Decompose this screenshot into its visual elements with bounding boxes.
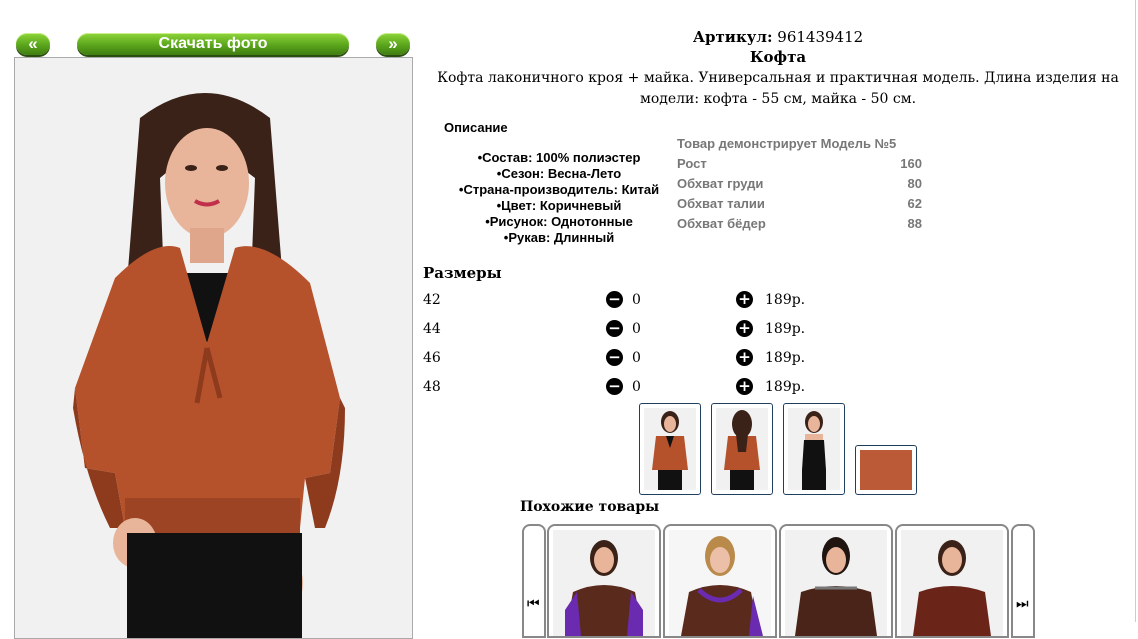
minus-icon[interactable]: − xyxy=(606,378,623,395)
main-product-photo xyxy=(14,57,413,639)
model-row-value: 80 xyxy=(907,176,922,191)
minus-icon[interactable]: − xyxy=(606,320,623,337)
similar-products-title: Похожие товары xyxy=(520,499,660,515)
similar-next-button[interactable]: ⏭ xyxy=(1011,524,1035,638)
similar-product-image xyxy=(901,530,1003,636)
next-label: » xyxy=(388,34,398,53)
similar-prev-button[interactable]: ⏮ xyxy=(522,524,546,638)
model-row-label: Рост xyxy=(677,156,707,171)
quantity-value: 0 xyxy=(632,321,641,337)
model-row-label: Обхват груди xyxy=(677,176,764,191)
thumbnail-fabric[interactable] xyxy=(855,445,917,495)
description-item: Цвет: Коричневый xyxy=(440,198,678,214)
minus-icon[interactable]: − xyxy=(606,291,623,308)
price-value: 189р. xyxy=(765,350,806,366)
quantity-value: 0 xyxy=(632,292,641,308)
description-item: Рукав: Длинный xyxy=(440,230,678,246)
product-title: Кофта xyxy=(749,48,807,66)
description-list: Состав: 100% полиэстер Сезон: Весна-Лето… xyxy=(440,150,678,246)
model-row-label: Обхват бёдер xyxy=(677,216,766,231)
article-line: Артикул: 961439412 xyxy=(420,28,1136,46)
plus-icon[interactable]: + xyxy=(736,291,753,308)
article-label: Артикул: xyxy=(692,28,773,46)
quantity-value: 0 xyxy=(632,350,641,366)
thumbnail-back[interactable] xyxy=(711,403,773,495)
size-row: 48 − 0 + 189р. xyxy=(423,377,843,399)
download-label: Скачать фото xyxy=(158,35,268,52)
thumbnail-image xyxy=(716,408,768,490)
similar-product-image xyxy=(669,530,771,636)
next-photo-button[interactable]: » xyxy=(376,33,410,55)
size-row: 44 − 0 + 189р. xyxy=(423,319,843,341)
thumbnail-top[interactable] xyxy=(783,403,845,495)
plus-icon[interactable]: + xyxy=(736,320,753,337)
similar-product-image xyxy=(785,530,887,636)
prev-photo-button[interactable]: « xyxy=(16,33,50,55)
price-value: 189р. xyxy=(765,321,806,337)
model-row: Обхват талии 62 xyxy=(677,194,922,214)
similar-product-card[interactable] xyxy=(895,524,1009,638)
model-photo-illustration xyxy=(15,58,412,638)
description-item: Сезон: Весна-Лето xyxy=(440,166,678,182)
model-row: Обхват груди 80 xyxy=(677,174,922,194)
thumbnail-image xyxy=(788,408,840,490)
download-photo-button[interactable]: Скачать фото xyxy=(77,33,349,55)
size-label: 48 xyxy=(423,379,441,395)
model-row-value: 160 xyxy=(900,156,922,171)
description-item: Состав: 100% полиэстер xyxy=(440,150,678,166)
skip-forward-icon: ⏭ xyxy=(1016,596,1029,612)
sizes-title: Размеры xyxy=(423,264,502,282)
thumbnail-front[interactable] xyxy=(639,403,701,495)
description-title: Описание xyxy=(444,120,508,135)
plus-icon[interactable]: + xyxy=(736,349,753,366)
similar-product-card[interactable] xyxy=(547,524,661,638)
similar-product-card[interactable] xyxy=(663,524,777,638)
skip-back-icon: ⏮ xyxy=(527,596,540,612)
description-item: Рисунок: Однотонные xyxy=(440,214,678,230)
thumbnail-image xyxy=(644,408,696,490)
model-row: Рост 160 xyxy=(677,154,922,174)
thumbnail-image xyxy=(860,450,912,490)
size-label: 46 xyxy=(423,350,441,366)
model-row-value: 62 xyxy=(907,196,922,211)
size-row: 42 − 0 + 189р. xyxy=(423,290,843,312)
price-value: 189р. xyxy=(765,379,806,395)
model-header: Товар демонстрирует Модель №5 xyxy=(677,136,897,151)
similar-product-card[interactable] xyxy=(779,524,893,638)
minus-icon[interactable]: − xyxy=(606,349,623,366)
description-item: Страна-производитель: Китай xyxy=(440,182,678,198)
plus-icon[interactable]: + xyxy=(736,378,753,395)
model-measurements: Товар демонстрирует Модель №5 Рост 160 О… xyxy=(677,134,922,234)
model-row: Обхват бёдер 88 xyxy=(677,214,922,234)
size-label: 42 xyxy=(423,292,441,308)
similar-product-image xyxy=(553,530,655,636)
prev-label: « xyxy=(28,34,38,53)
article-value: 961439412 xyxy=(777,28,864,46)
product-description: Кофта лаконичного кроя + майка. Универса… xyxy=(437,70,1119,107)
size-label: 44 xyxy=(423,321,441,337)
model-row-value: 88 xyxy=(907,216,922,231)
price-value: 189р. xyxy=(765,292,806,308)
model-row-label: Обхват талии xyxy=(677,196,765,211)
size-row: 46 − 0 + 189р. xyxy=(423,348,843,370)
quantity-value: 0 xyxy=(632,379,641,395)
